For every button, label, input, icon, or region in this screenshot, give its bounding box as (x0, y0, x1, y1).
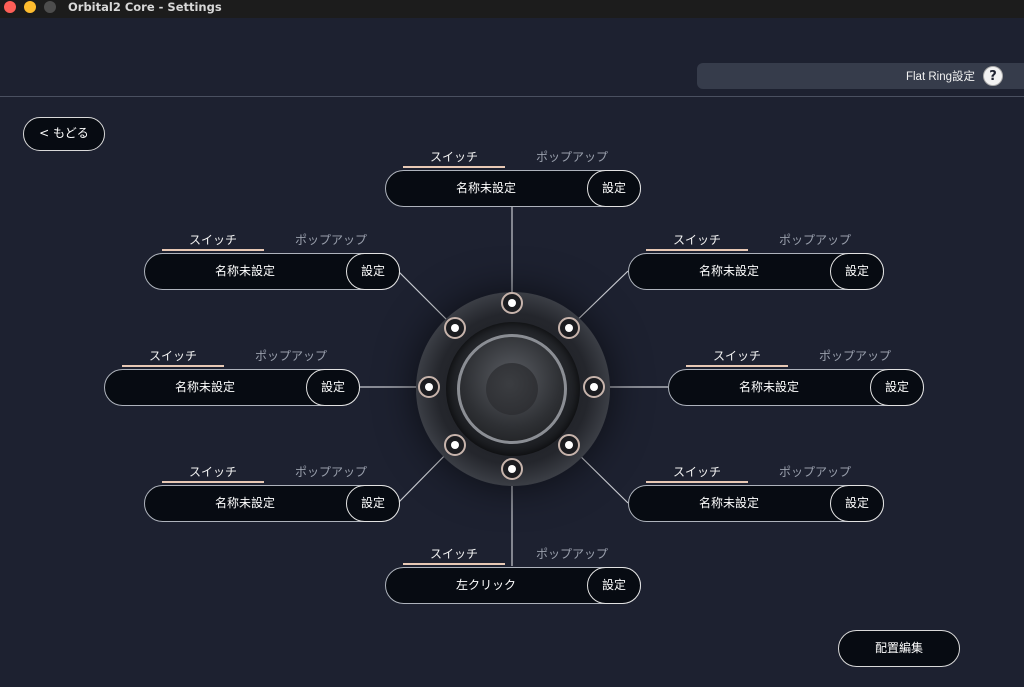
action-name-field[interactable]: 名称未設定 設定 (628, 485, 884, 522)
ring-point-right[interactable] (583, 376, 605, 398)
set-button[interactable]: 設定 (830, 253, 884, 290)
action-name-label: 名称未設定 (214, 496, 275, 510)
tab-switch[interactable]: スイッチ (122, 349, 224, 367)
set-button[interactable]: 設定 (830, 485, 884, 522)
tab-popup[interactable]: ポップアップ (527, 150, 617, 168)
mode-tabs: スイッチ ポップアップ (162, 465, 382, 483)
ring-point-bottom[interactable] (501, 458, 523, 480)
action-slot-bottom-right: スイッチ ポップアップ 名称未設定 設定 (628, 465, 884, 522)
action-slot-top-left: スイッチ ポップアップ 名称未設定 設定 (144, 233, 400, 290)
mode-tabs: スイッチ ポップアップ (403, 150, 623, 168)
action-name-label: 名称未設定 (214, 264, 275, 278)
ring-point-left[interactable] (418, 376, 440, 398)
set-button[interactable]: 設定 (346, 485, 400, 522)
tab-popup[interactable]: ポップアップ (527, 547, 617, 565)
action-name-label: 左クリック (455, 578, 516, 592)
tab-popup[interactable]: ポップアップ (770, 465, 860, 483)
tab-switch[interactable]: スイッチ (403, 547, 505, 565)
action-name-field[interactable]: 名称未設定 設定 (628, 253, 884, 290)
tab-switch[interactable]: スイッチ (686, 349, 788, 367)
ring-point-top-right[interactable] (558, 317, 580, 339)
action-slot-bottom: スイッチ ポップアップ 左クリック 設定 (385, 547, 641, 604)
action-name-label: 名称未設定 (455, 181, 516, 195)
set-button[interactable]: 設定 (346, 253, 400, 290)
action-name-field[interactable]: 名称未設定 設定 (144, 253, 400, 290)
action-slot-left: スイッチ ポップアップ 名称未設定 設定 (104, 349, 360, 406)
action-name-field[interactable]: 名称未設定 設定 (104, 369, 360, 406)
tab-popup[interactable]: ポップアップ (246, 349, 336, 367)
set-button[interactable]: 設定 (306, 369, 360, 406)
tab-switch[interactable]: スイッチ (646, 465, 748, 483)
layout-edit-button[interactable]: 配置編集 (838, 630, 960, 667)
center-knob-cap (486, 363, 538, 415)
tab-switch[interactable]: スイッチ (162, 465, 264, 483)
mode-tabs: スイッチ ポップアップ (162, 233, 382, 251)
tab-popup[interactable]: ポップアップ (770, 233, 860, 251)
tab-popup[interactable]: ポップアップ (286, 465, 376, 483)
action-name-label: 名称未設定 (698, 496, 759, 510)
action-slot-bottom-left: スイッチ ポップアップ 名称未設定 設定 (144, 465, 400, 522)
ring-point-bottom-left[interactable] (444, 434, 466, 456)
ring-point-top-left[interactable] (444, 317, 466, 339)
action-slot-top-right: スイッチ ポップアップ 名称未設定 設定 (628, 233, 884, 290)
action-name-label: 名称未設定 (698, 264, 759, 278)
action-slot-top: スイッチ ポップアップ 名称未設定 設定 (385, 150, 641, 207)
mode-tabs: スイッチ ポップアップ (646, 465, 866, 483)
tab-popup[interactable]: ポップアップ (810, 349, 900, 367)
tab-switch[interactable]: スイッチ (162, 233, 264, 251)
action-name-field[interactable]: 名称未設定 設定 (385, 170, 641, 207)
mode-tabs: スイッチ ポップアップ (403, 547, 623, 565)
set-button[interactable]: 設定 (587, 567, 641, 604)
action-name-field[interactable]: 左クリック 設定 (385, 567, 641, 604)
ring-point-top[interactable] (501, 292, 523, 314)
tab-popup[interactable]: ポップアップ (286, 233, 376, 251)
set-button[interactable]: 設定 (870, 369, 924, 406)
mode-tabs: スイッチ ポップアップ (122, 349, 342, 367)
mode-tabs: スイッチ ポップアップ (686, 349, 906, 367)
mode-tabs: スイッチ ポップアップ (646, 233, 866, 251)
action-name-field[interactable]: 名称未設定 設定 (144, 485, 400, 522)
tab-switch[interactable]: スイッチ (403, 150, 505, 168)
ring-point-bottom-right[interactable] (558, 434, 580, 456)
action-name-label: 名称未設定 (174, 380, 235, 394)
action-slot-right: スイッチ ポップアップ 名称未設定 設定 (668, 349, 924, 406)
action-name-field[interactable]: 名称未設定 設定 (668, 369, 924, 406)
tab-switch[interactable]: スイッチ (646, 233, 748, 251)
action-name-label: 名称未設定 (738, 380, 799, 394)
set-button[interactable]: 設定 (587, 170, 641, 207)
